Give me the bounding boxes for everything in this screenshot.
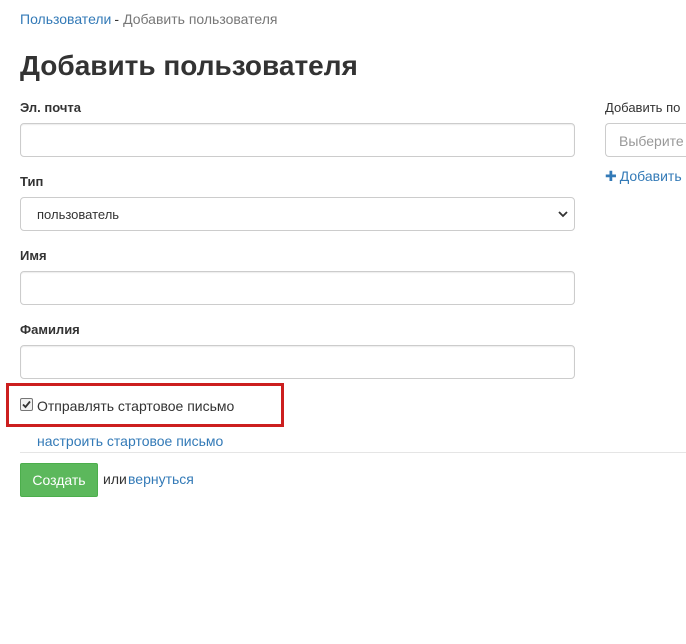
side-panel-add-link[interactable]: ✚Добавить с <box>605 168 686 184</box>
side-panel-select[interactable]: Выберите <box>605 123 686 157</box>
breadcrumb-current: Добавить пользователя <box>123 11 278 27</box>
breadcrumb: Пользователи - Добавить пользователя <box>20 11 277 27</box>
chevron-down-icon <box>558 211 568 218</box>
first-name-field[interactable] <box>20 271 575 305</box>
configure-welcome-link[interactable]: настроить стартовое письмо <box>37 433 223 449</box>
last-name-field[interactable] <box>20 345 575 379</box>
create-button[interactable]: Создать <box>20 463 98 497</box>
type-select-value: пользователь <box>37 207 120 222</box>
divider <box>20 452 686 453</box>
email-label: Эл. почта <box>20 100 82 115</box>
plus-icon: ✚ <box>605 168 617 184</box>
send-welcome-label[interactable]: Отправлять стартовое письмо <box>37 398 234 414</box>
side-panel-label: Добавить по <box>605 100 681 115</box>
side-panel-select-placeholder: Выберите <box>619 133 684 149</box>
send-welcome-checkbox[interactable] <box>20 398 33 411</box>
check-icon <box>22 400 31 409</box>
type-select[interactable]: пользователь <box>20 197 575 231</box>
breadcrumb-separator: - <box>114 11 120 27</box>
page-title: Добавить пользователя <box>20 50 358 81</box>
back-link[interactable]: вернуться <box>128 471 194 487</box>
type-label: Тип <box>20 174 44 189</box>
email-field[interactable] <box>20 123 575 157</box>
first-name-label: Имя <box>20 248 47 263</box>
side-panel-add-label: Добавить <box>619 168 682 184</box>
last-name-label: Фамилия <box>20 322 80 337</box>
breadcrumb-users-link[interactable]: Пользователи <box>20 11 111 27</box>
add-user-page: Пользователи - Добавить пользователя Добав… <box>0 0 686 644</box>
or-text: или <box>103 471 127 487</box>
